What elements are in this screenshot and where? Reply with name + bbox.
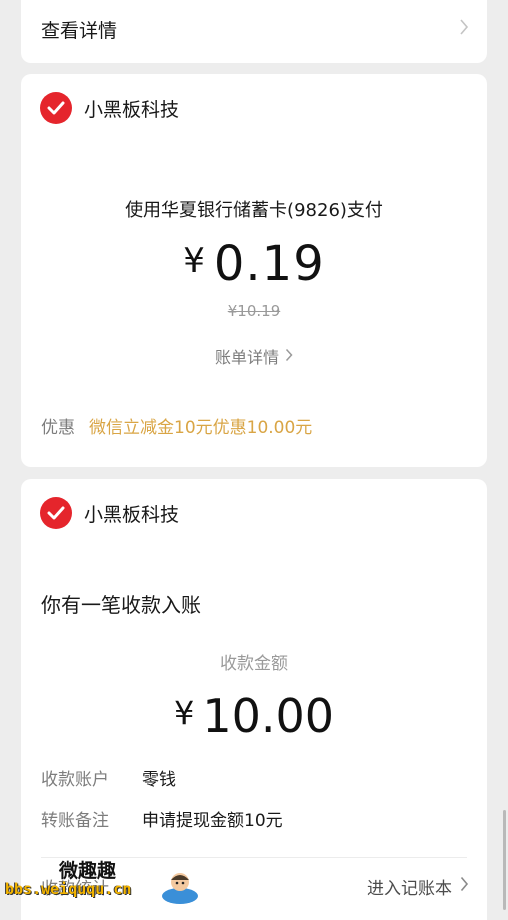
merchant-header[interactable]: 小黑板科技 [40, 92, 179, 124]
view-details-row[interactable]: 查看详情 [21, 14, 487, 44]
account-row: 收款账户 零钱 [41, 765, 176, 790]
payment-card: 小黑板科技 使用华夏银行储蓄卡(9826)支付 ¥0.19 ¥10.19 账单详… [21, 74, 487, 467]
bill-details-link[interactable]: 账单详情 [21, 344, 487, 368]
page: 查看详情 小黑板科技 使用华夏银行储蓄卡(9826)支付 ¥0.19 ¥10.1… [0, 0, 508, 920]
remark-row: 转账备注 申请提现金额10元 [41, 806, 283, 831]
merchant-name: 小黑板科技 [84, 98, 180, 121]
chevron-right-icon [285, 347, 293, 366]
chevron-right-icon [460, 876, 469, 897]
bookkeeping-link[interactable]: 进入记账本 [367, 874, 469, 899]
account-value: 零钱 [142, 770, 176, 790]
pay-method-text: 使用华夏银行储蓄卡(9826)支付 [125, 200, 383, 221]
check-logo-icon [40, 497, 72, 529]
discount-value: 微信立减金10元优惠10.00元 [89, 418, 313, 438]
merchant-name: 小黑板科技 [84, 503, 180, 526]
mascot-icon [160, 868, 200, 910]
view-details-label: 查看详情 [41, 19, 118, 42]
discount-row: 优惠 微信立减金10元优惠10.00元 [41, 413, 312, 438]
amount-value: 0.19 [213, 236, 325, 292]
currency-symbol: ¥ [173, 694, 195, 732]
chevron-right-icon [459, 18, 469, 36]
watermark-title: 微趣趣 [59, 860, 117, 882]
check-logo-icon [40, 92, 72, 124]
amount-value: 10.00 [202, 689, 335, 743]
scrollbar[interactable] [503, 810, 506, 910]
receipt-amount: ¥10.00 [21, 689, 487, 743]
remark-label: 转账备注 [41, 811, 109, 831]
top-card: 查看详情 [21, 0, 487, 63]
remark-value: 申请提现金额10元 [142, 811, 283, 831]
merchant-header[interactable]: 小黑板科技 [40, 497, 179, 529]
bookkeeping-label: 进入记账本 [367, 879, 452, 899]
account-label: 收款账户 [41, 770, 109, 790]
currency-symbol: ¥ [183, 241, 206, 281]
watermark-url: bbs.weiququ.cn [5, 880, 132, 898]
receipt-notice: 你有一笔收款入账 [41, 593, 201, 617]
bill-details-label: 账单详情 [214, 348, 279, 367]
watermark: 微趣趣 bbs.weiququ.cn [5, 852, 205, 912]
discount-label: 优惠 [41, 418, 75, 438]
original-amount: ¥10.19 [227, 302, 281, 320]
amount-label: 收款金额 [220, 654, 288, 674]
payment-amount: ¥0.19 [21, 236, 487, 292]
